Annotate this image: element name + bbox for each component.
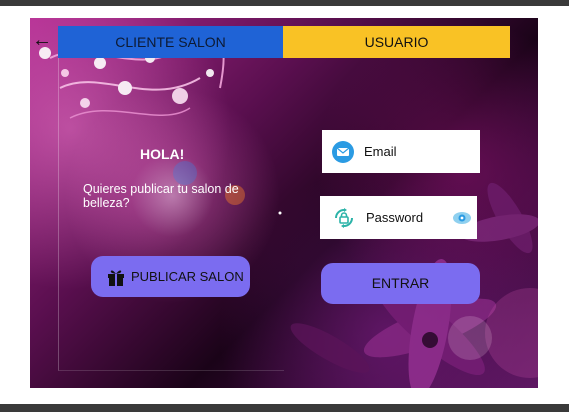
- tab-cliente-salon[interactable]: CLIENTE SALON: [58, 26, 283, 58]
- eye-icon[interactable]: [452, 208, 472, 228]
- email-icon-wrap: [322, 140, 354, 163]
- bottom-frame-bar: [0, 404, 569, 412]
- email-field[interactable]: Email: [322, 130, 480, 173]
- gift-icon: [108, 269, 124, 286]
- email-icon: [332, 140, 354, 163]
- password-label: Password: [366, 210, 424, 225]
- tab-usuario[interactable]: USUARIO: [283, 26, 510, 58]
- lock-icon: [335, 207, 353, 228]
- publish-question-text: Quieres publicar tu salon de belleza?: [83, 182, 239, 210]
- arrow-left-icon: ←: [32, 29, 52, 51]
- enter-button[interactable]: ENTRAR: [321, 263, 480, 304]
- tab-usuario-label: USUARIO: [364, 34, 429, 50]
- password-field[interactable]: Password: [320, 196, 477, 239]
- cliente-panel: [58, 58, 284, 371]
- back-button[interactable]: ←: [32, 30, 52, 50]
- top-frame-bar: [0, 0, 569, 6]
- tab-cliente-label: CLIENTE SALON: [115, 34, 226, 50]
- lock-icon-wrap: [320, 206, 356, 230]
- email-label: Email: [364, 144, 397, 159]
- publish-salon-button[interactable]: PUBLICAR SALON: [91, 256, 250, 297]
- greeting-heading: HOLA!: [140, 146, 185, 162]
- publish-salon-label: PUBLICAR SALON: [131, 269, 244, 284]
